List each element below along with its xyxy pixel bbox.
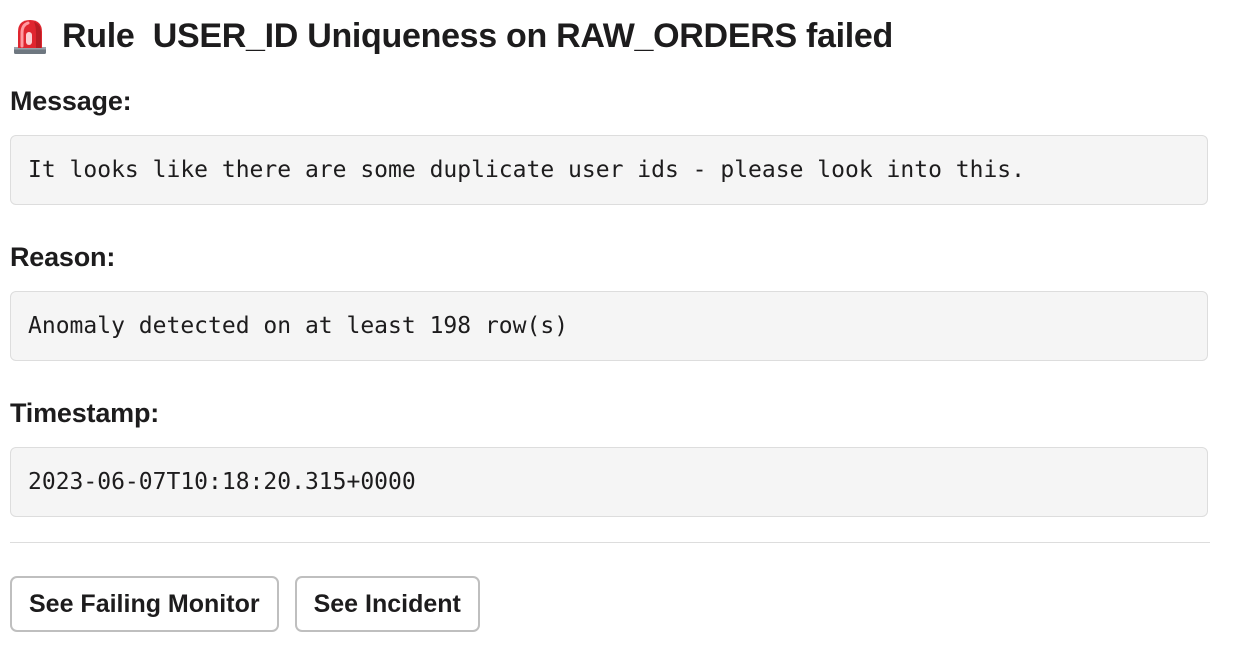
reason-code-block: Anomaly detected on at least 198 row(s) (10, 291, 1208, 361)
reason-value: Anomaly detected on at least 198 row(s) (28, 313, 569, 339)
reason-label: Reason: (10, 242, 116, 272)
alert-title-row: Rule USER_ID Uniqueness on RAW_ORDERS fa… (10, 12, 893, 60)
timestamp-label: Timestamp: (10, 398, 160, 428)
see-failing-monitor-button[interactable]: See Failing Monitor (10, 576, 279, 632)
timestamp-value: 2023-06-07T10:18:20.315+0000 (28, 469, 416, 495)
message-label: Message: (10, 86, 132, 116)
message-value: It looks like there are some duplicate u… (28, 157, 1025, 183)
message-code-block: It looks like there are some duplicate u… (10, 135, 1208, 205)
action-buttons: See Failing Monitor See Incident (10, 576, 480, 632)
see-incident-button[interactable]: See Incident (294, 576, 480, 632)
section-divider (10, 542, 1210, 543)
timestamp-code-block: 2023-06-07T10:18:20.315+0000 (10, 447, 1208, 517)
rotating-light-siren-icon (14, 20, 46, 54)
alert-title: Rule USER_ID Uniqueness on RAW_ORDERS fa… (62, 16, 893, 55)
